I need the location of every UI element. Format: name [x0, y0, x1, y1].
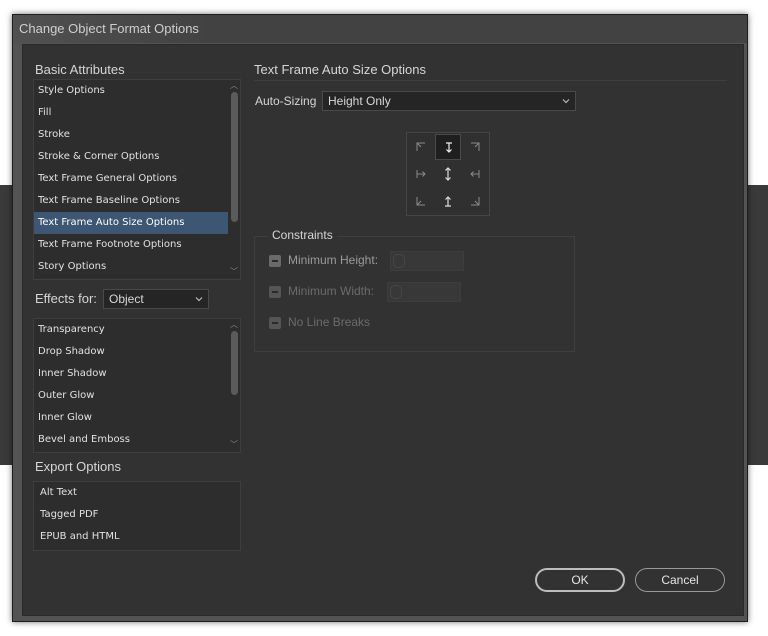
- minimum-width-label: Minimum Width:: [288, 284, 375, 298]
- minimum-height-label: Minimum Height:: [288, 253, 379, 267]
- scroll-up-icon[interactable]: ︿: [229, 321, 239, 329]
- top-left-corner-arrow-icon[interactable]: [408, 134, 434, 160]
- export-options-list[interactable]: Alt Text Tagged PDF EPUB and HTML: [33, 481, 241, 551]
- list-item-inner-shadow[interactable]: Inner Shadow: [34, 363, 228, 385]
- bottom-left-corner-arrow-icon[interactable]: [408, 188, 434, 214]
- ok-button[interactable]: OK: [535, 568, 625, 592]
- constraints-title: Constraints: [268, 228, 337, 242]
- list-item-tagged-pdf[interactable]: Tagged PDF: [34, 504, 238, 526]
- list-item-story-options[interactable]: Story Options: [34, 256, 228, 278]
- basic-attributes-title: Basic Attributes: [35, 62, 125, 77]
- effects-for-label: Effects for:: [35, 291, 97, 306]
- cancel-button[interactable]: Cancel: [635, 568, 725, 592]
- minimum-height-checkbox[interactable]: [269, 255, 281, 267]
- basic-attributes-list[interactable]: Style Options Fill Stroke Stroke & Corne…: [33, 79, 241, 280]
- list-item-fill[interactable]: Fill: [34, 102, 228, 124]
- scroll-down-icon[interactable]: ﹀: [229, 441, 239, 449]
- stepper-arrows-icon[interactable]: [393, 254, 405, 268]
- vertical-arrows-icon[interactable]: [435, 161, 461, 187]
- effects-list[interactable]: Transparency Drop Shadow Inner Shadow Ou…: [33, 318, 241, 453]
- left-arrow-icon[interactable]: [408, 161, 434, 187]
- no-line-breaks-label: No Line Breaks: [288, 315, 371, 329]
- effects-list-scrollbar[interactable]: ︿ ﹀: [229, 319, 239, 452]
- scroll-up-icon[interactable]: ︿: [229, 82, 239, 90]
- down-arrow-icon[interactable]: [435, 134, 461, 160]
- auto-sizing-value: Height Only: [328, 94, 391, 108]
- auto-sizing-select[interactable]: Height Only: [322, 91, 576, 111]
- list-item-stroke[interactable]: Stroke: [34, 124, 228, 146]
- scroll-thumb[interactable]: [231, 331, 238, 395]
- minimum-width-field[interactable]: [387, 282, 461, 302]
- basic-list-scrollbar[interactable]: ︿ ﹀: [229, 80, 239, 279]
- section-divider: [254, 80, 727, 81]
- reference-point-grid: [406, 132, 490, 216]
- export-options-title: Export Options: [35, 459, 121, 474]
- section-title: Text Frame Auto Size Options: [254, 62, 426, 77]
- list-item-text-frame-auto-size-options[interactable]: Text Frame Auto Size Options: [34, 212, 228, 234]
- list-item-drop-shadow[interactable]: Drop Shadow: [34, 341, 228, 363]
- scroll-thumb[interactable]: [231, 92, 238, 222]
- window-title: Change Object Format Options: [19, 21, 199, 36]
- right-arrow-icon[interactable]: [462, 161, 488, 187]
- bottom-right-corner-arrow-icon[interactable]: [462, 188, 488, 214]
- scroll-down-icon[interactable]: ﹀: [229, 268, 239, 276]
- chevron-down-icon: [562, 99, 570, 104]
- effects-for-select[interactable]: Object: [103, 289, 209, 309]
- chevron-down-icon: [195, 297, 203, 302]
- list-item-epub-and-html[interactable]: EPUB and HTML: [34, 526, 238, 548]
- stepper-arrows-icon[interactable]: [390, 285, 402, 299]
- list-item-style-options[interactable]: Style Options: [34, 80, 228, 102]
- list-item-bevel-and-emboss[interactable]: Bevel and Emboss: [34, 429, 228, 451]
- auto-sizing-label: Auto-Sizing: [255, 94, 317, 108]
- list-item-inner-glow[interactable]: Inner Glow: [34, 407, 228, 429]
- list-item-text-frame-footnote-options[interactable]: Text Frame Footnote Options: [34, 234, 228, 256]
- top-right-corner-arrow-icon[interactable]: [462, 134, 488, 160]
- list-item-text-frame-baseline-options[interactable]: Text Frame Baseline Options: [34, 190, 228, 212]
- effects-for-value: Object: [109, 292, 144, 306]
- list-item-transparency[interactable]: Transparency: [34, 319, 228, 341]
- up-arrow-icon[interactable]: [435, 188, 461, 214]
- list-item-text-frame-general-options[interactable]: Text Frame General Options: [34, 168, 228, 190]
- minimum-height-field[interactable]: [390, 251, 464, 271]
- list-item-alt-text[interactable]: Alt Text: [34, 482, 238, 504]
- no-line-breaks-checkbox[interactable]: [269, 317, 281, 329]
- list-item-outer-glow[interactable]: Outer Glow: [34, 385, 228, 407]
- list-item-stroke-corner-options[interactable]: Stroke & Corner Options: [34, 146, 228, 168]
- title-bar[interactable]: Change Object Format Options: [13, 15, 747, 43]
- minimum-width-checkbox[interactable]: [269, 286, 281, 298]
